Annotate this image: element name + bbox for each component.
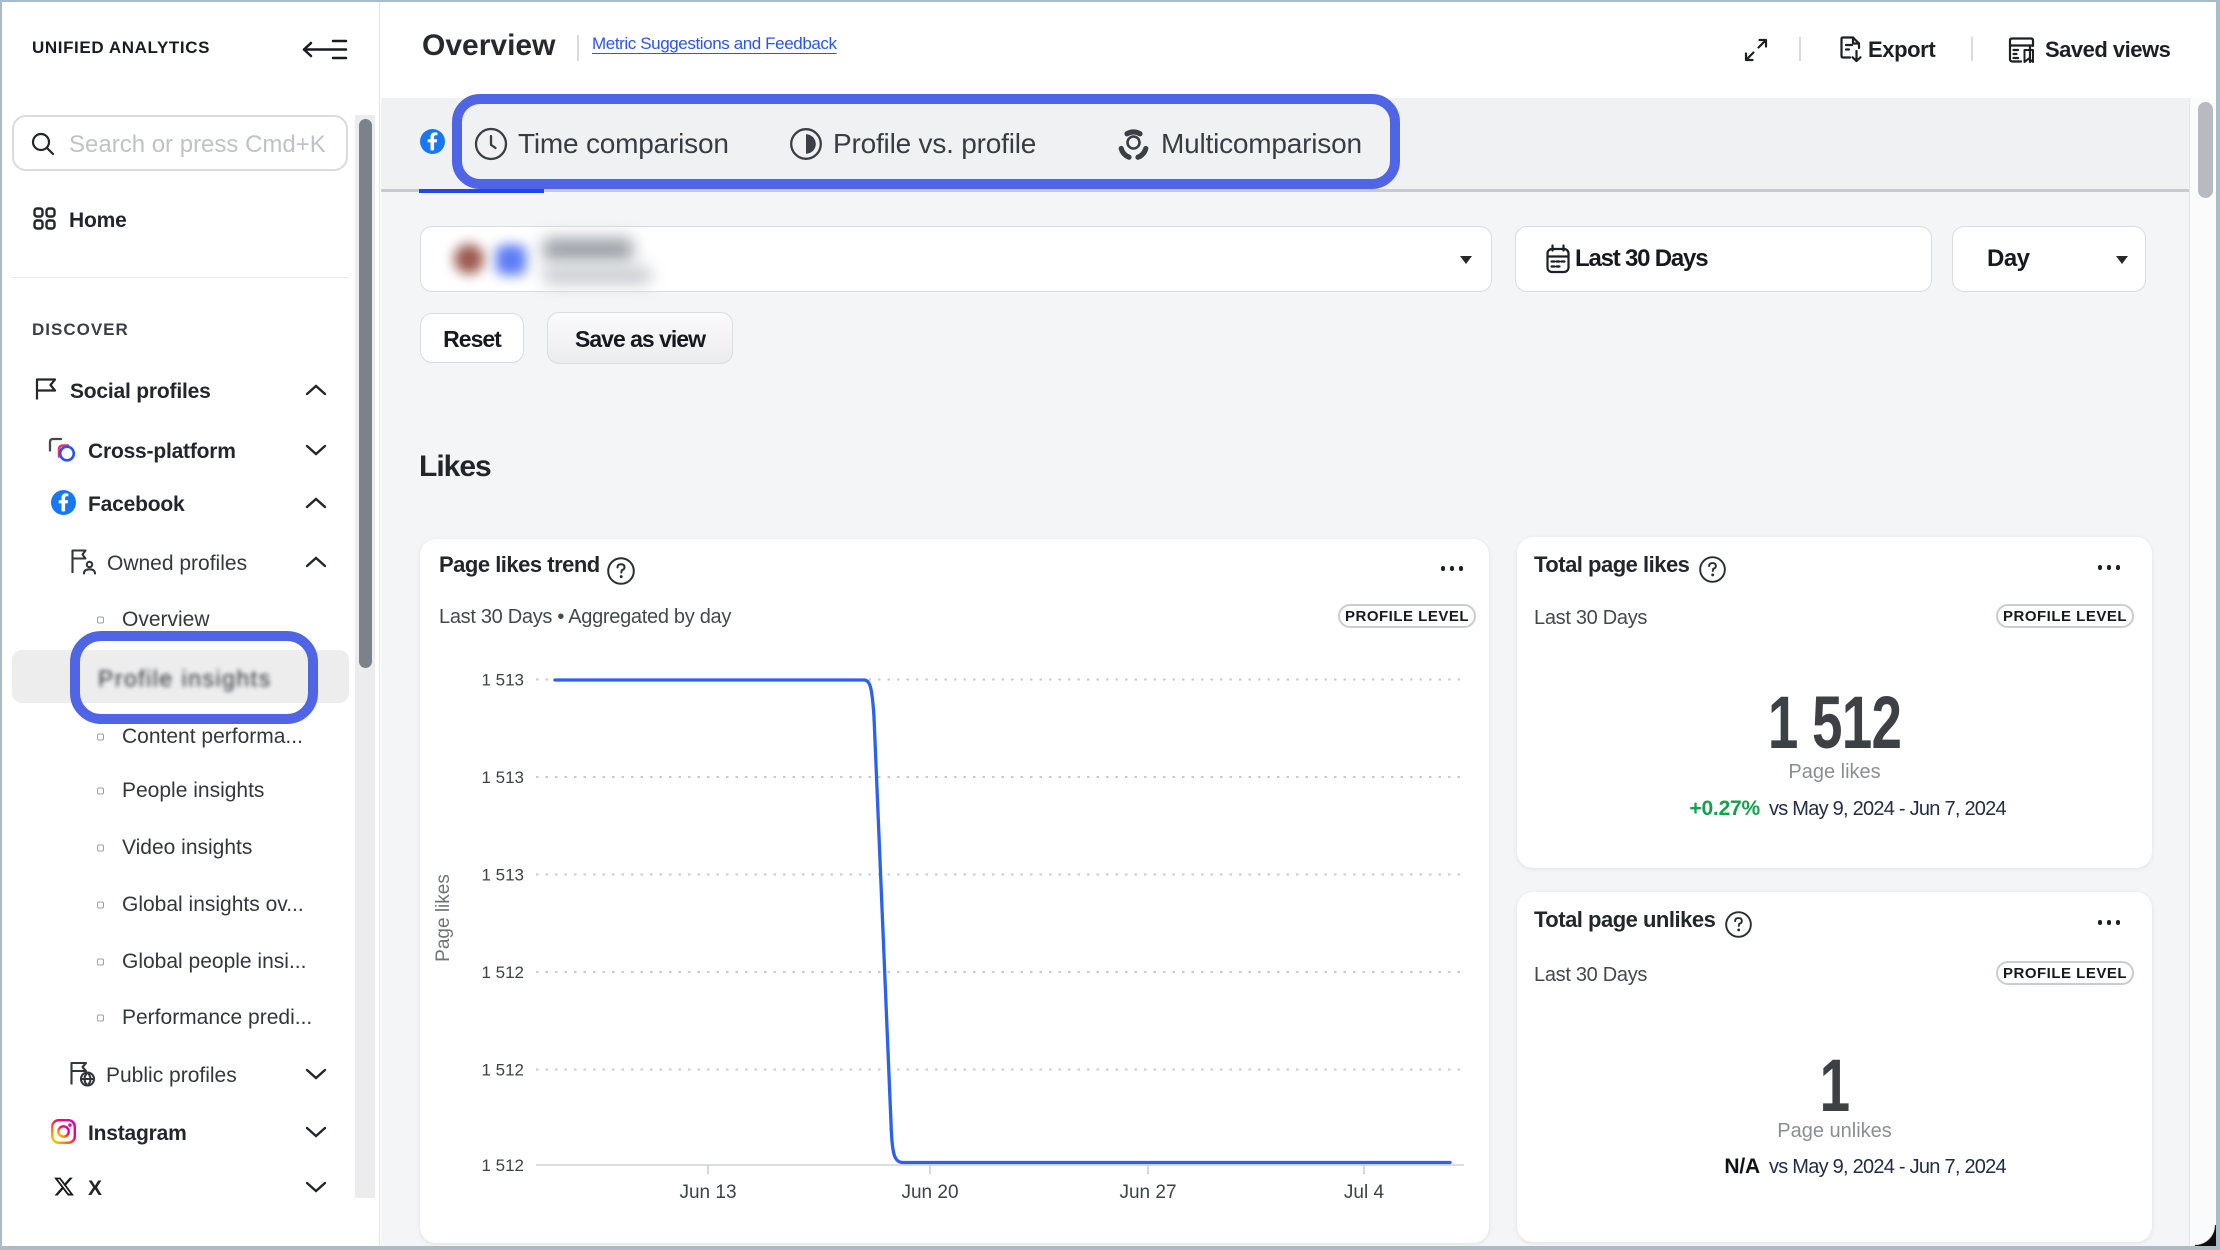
svg-text:Jul 4: Jul 4	[1344, 1182, 1385, 1203]
svg-text:1 512: 1 512	[481, 1156, 524, 1175]
svg-text:1 513: 1 513	[481, 768, 524, 787]
svg-text:Jun 13: Jun 13	[679, 1182, 736, 1203]
svg-text:1 513: 1 513	[481, 671, 524, 690]
svg-text:Page likes: Page likes	[433, 874, 454, 962]
svg-text:Jun 20: Jun 20	[901, 1182, 958, 1203]
svg-text:Jun 27: Jun 27	[1119, 1182, 1176, 1203]
svg-text:1 512: 1 512	[481, 963, 524, 982]
svg-text:1 513: 1 513	[481, 866, 524, 885]
svg-text:1 512: 1 512	[481, 1061, 524, 1080]
